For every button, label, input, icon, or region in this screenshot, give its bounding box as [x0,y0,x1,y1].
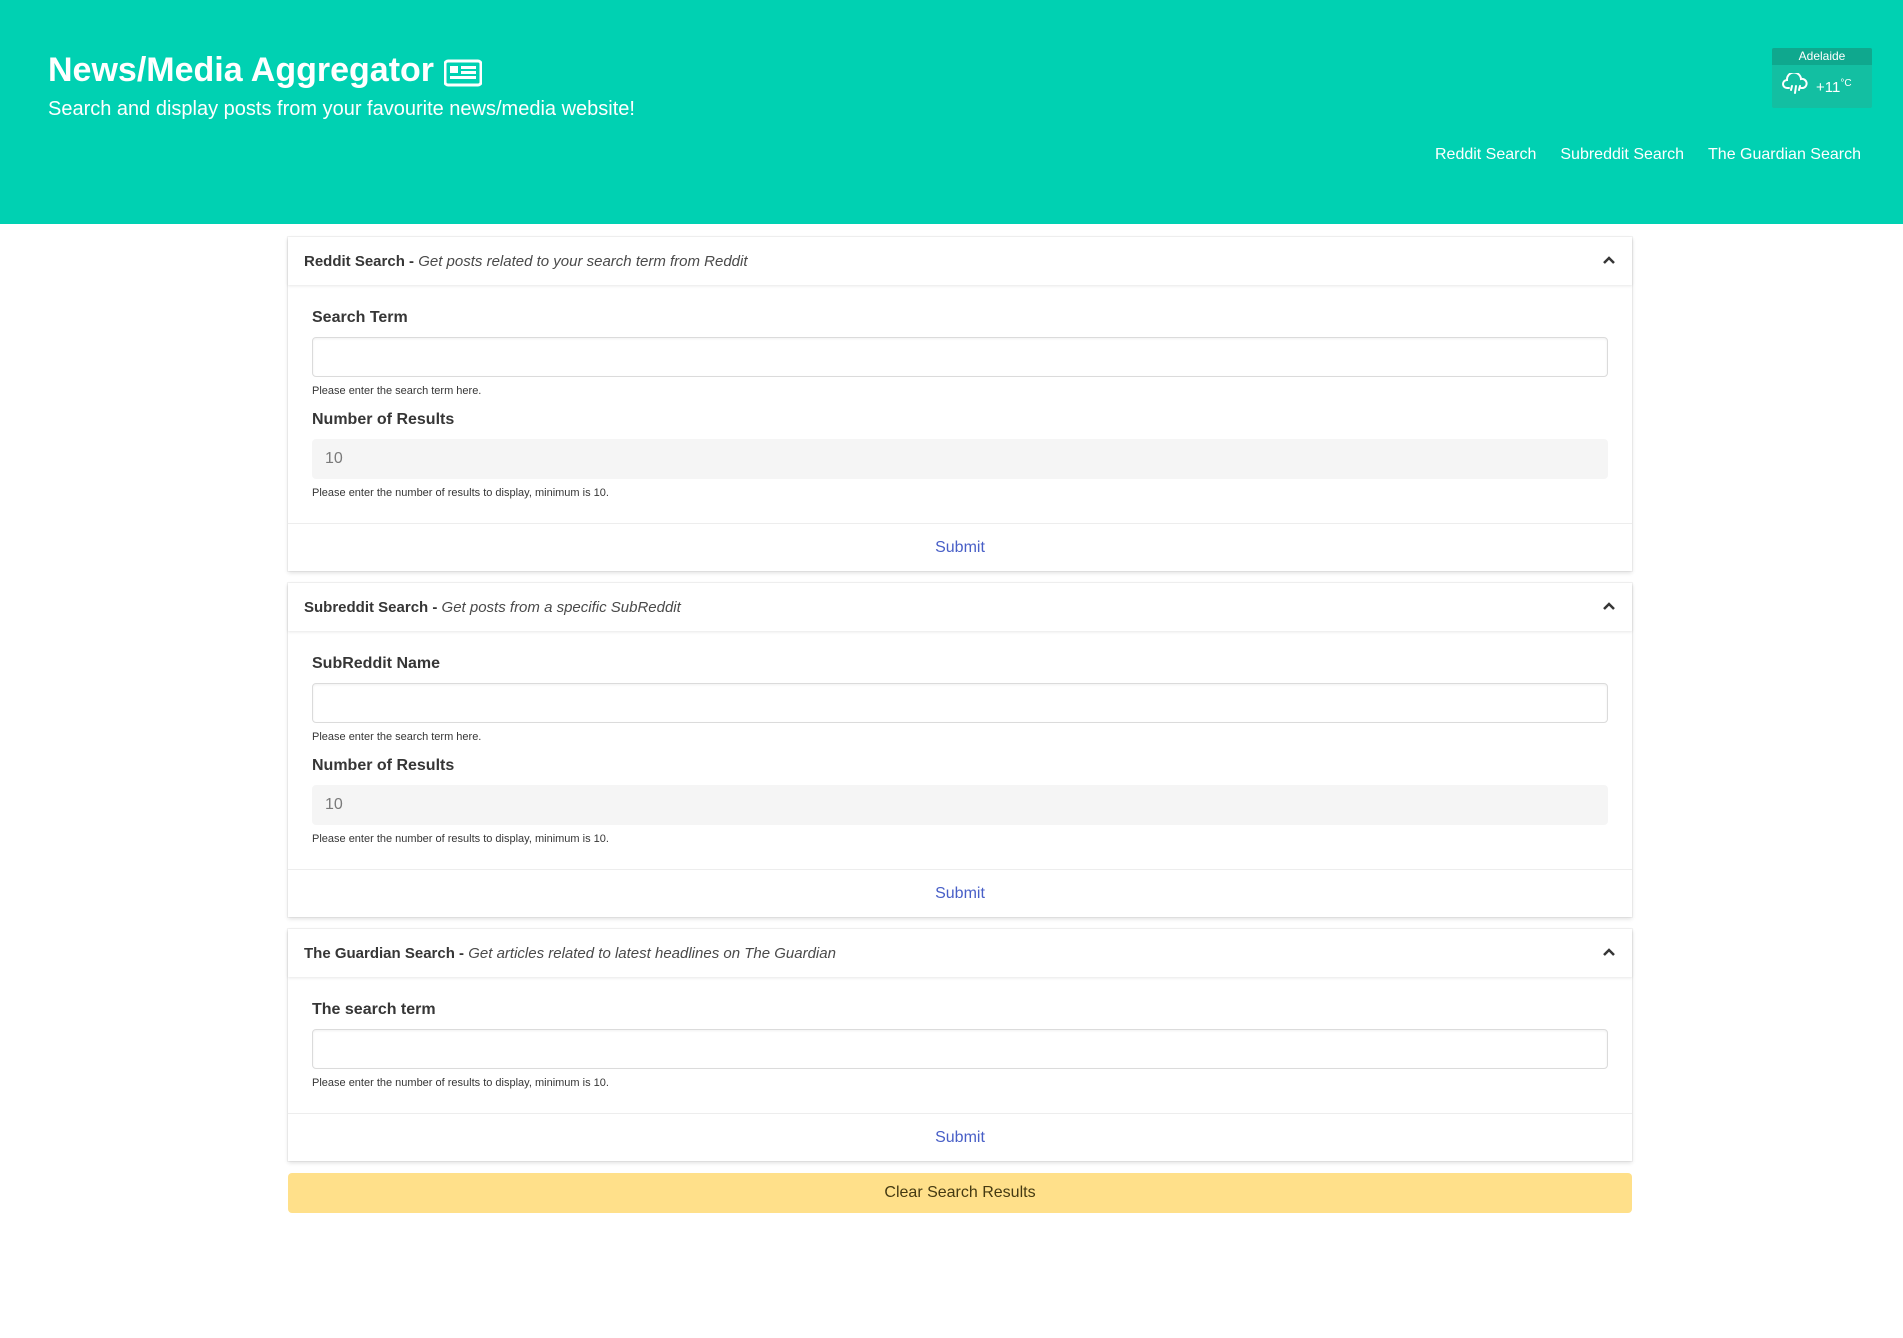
chevron-up-icon[interactable] [1602,252,1616,270]
nav-guardian-search[interactable]: The Guardian Search [1708,146,1861,164]
reddit-search-card: Reddit Search - Get posts related to you… [288,237,1632,571]
page-title-text: News/Media Aggregator [48,51,435,89]
chevron-up-icon[interactable] [1602,944,1616,962]
top-nav: Reddit Search Subreddit Search The Guard… [1435,146,1861,164]
number-of-results-label: Number of Results [312,757,455,774]
guardian-card-description: Get articles related to latest headlines… [468,944,836,962]
chevron-up-icon[interactable] [1602,598,1616,616]
subreddit-number-of-results-input[interactable] [312,785,1608,825]
subreddit-name-label: SubReddit Name [312,655,441,672]
search-term-help: Please enter the search term here. [312,385,482,397]
weather-city: Adelaide [1772,48,1872,65]
weather-widget[interactable]: Adelaide +11°C [1772,48,1872,108]
guardian-search-term-label: The search term [312,1001,436,1018]
reddit-search-term-input[interactable] [312,337,1608,377]
guardian-card-header[interactable]: The Guardian Search - Get articles relat… [288,929,1632,977]
clear-search-results-button[interactable]: Clear Search Results [288,1173,1632,1213]
brand: News/Media Aggregator Search and display… [48,50,635,122]
subreddit-submit-button[interactable]: Submit [935,885,985,903]
hero-header: News/Media Aggregator Search and display… [0,0,1903,224]
reddit-card-title: Reddit Search - [304,252,415,270]
reddit-submit-button[interactable]: Submit [935,539,985,557]
newspaper-icon [443,56,483,87]
guardian-submit-button[interactable]: Submit [935,1129,985,1147]
reddit-card-header[interactable]: Reddit Search - Get posts related to you… [288,237,1632,285]
number-of-results-help: Please enter the number of results to di… [312,833,609,845]
guardian-search-term-input[interactable] [312,1029,1608,1069]
search-term-label: Search Term [312,309,408,326]
guardian-card-footer: Submit [288,1113,1632,1161]
reddit-card-description: Get posts related to your search term fr… [418,252,748,270]
weather-temp: +11°C [1816,77,1852,96]
number-of-results-help: Please enter the number of results to di… [312,487,609,499]
subreddit-name-help: Please enter the search term here. [312,731,482,743]
page-subtitle: Search and display posts from your favou… [48,98,635,120]
page-title: News/Media Aggregator [48,50,635,90]
subreddit-name-input[interactable] [312,683,1608,723]
guardian-search-card: The Guardian Search - Get articles relat… [288,929,1632,1161]
subreddit-card-header[interactable]: Subreddit Search - Get posts from a spec… [288,583,1632,631]
subreddit-card-description: Get posts from a specific SubReddit [441,598,681,616]
main-content: Reddit Search - Get posts related to you… [288,237,1632,1213]
guardian-search-term-help: Please enter the number of results to di… [312,1077,609,1089]
reddit-card-footer: Submit [288,523,1632,571]
number-of-results-label: Number of Results [312,411,455,428]
reddit-number-of-results-input[interactable] [312,439,1608,479]
nav-reddit-search[interactable]: Reddit Search [1435,146,1536,164]
subreddit-card-footer: Submit [288,869,1632,917]
subreddit-card-title: Subreddit Search - [304,598,438,616]
nav-subreddit-search[interactable]: Subreddit Search [1560,146,1684,164]
guardian-card-title: The Guardian Search - [304,944,465,962]
cloud-rain-icon [1782,71,1808,100]
subreddit-search-card: Subreddit Search - Get posts from a spec… [288,583,1632,917]
